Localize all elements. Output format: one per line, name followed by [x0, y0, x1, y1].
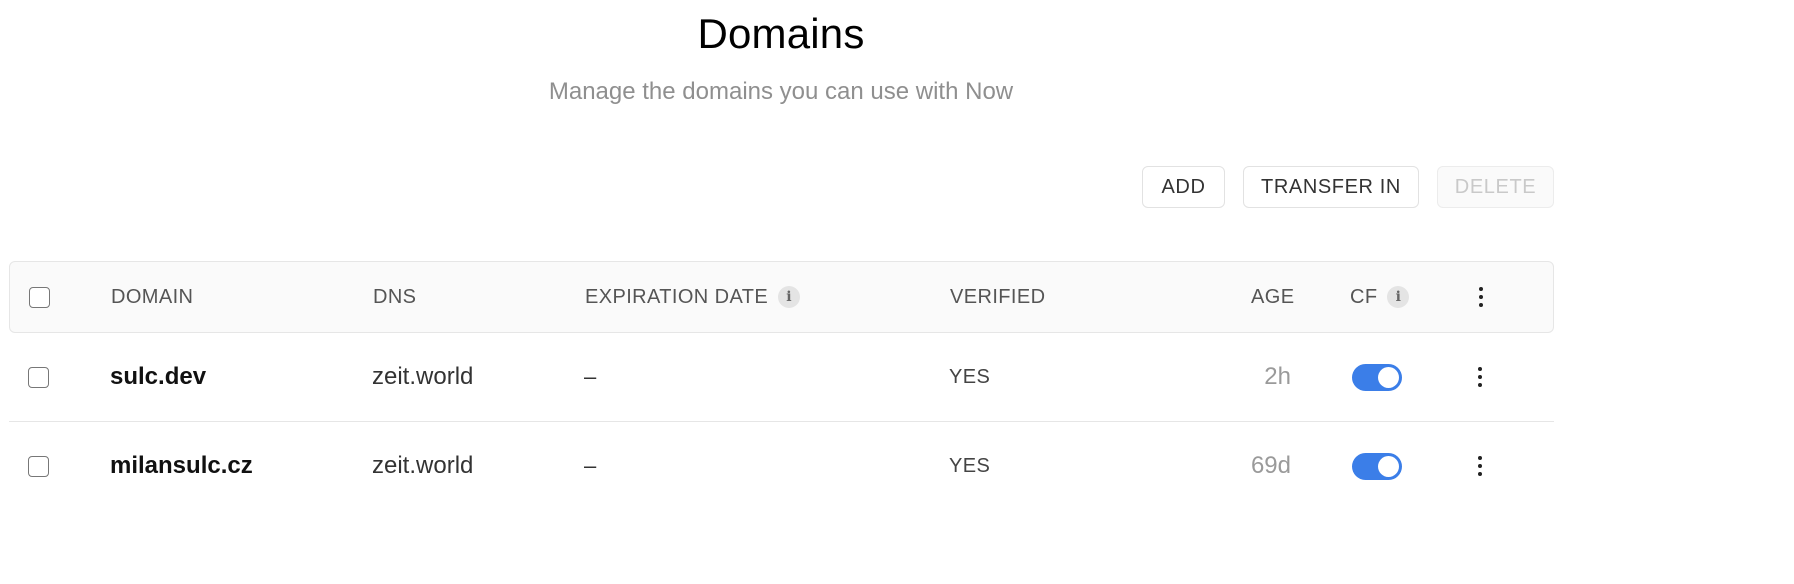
row-expiration: –: [584, 453, 597, 478]
header-more-icon[interactable]: [1471, 282, 1491, 312]
row-domain[interactable]: milansulc.cz: [110, 422, 253, 510]
row-age: 69d: [1250, 452, 1291, 479]
column-header-domain-label: DOMAIN: [111, 285, 194, 308]
row-more-icon[interactable]: [1470, 451, 1490, 481]
column-header-expiration[interactable]: EXPIRATION DATE i: [585, 262, 801, 332]
row-checkbox[interactable]: [28, 456, 49, 477]
cf-toggle[interactable]: [1352, 453, 1402, 480]
row-dns: zeit.world: [372, 452, 474, 479]
row-verified: YES: [949, 365, 991, 388]
table-row: milansulc.cz zeit.world – YES 69d: [9, 422, 1554, 511]
expiration-info-icon[interactable]: i: [778, 286, 801, 308]
row-dns: zeit.world: [372, 363, 474, 390]
table-row: sulc.dev zeit.world – YES 2h: [9, 333, 1554, 422]
row-checkbox[interactable]: [28, 367, 49, 388]
row-domain[interactable]: sulc.dev: [110, 333, 206, 421]
column-header-verified[interactable]: VERIFIED: [950, 262, 1045, 332]
column-header-cf-label: CF: [1350, 285, 1378, 308]
table-header: DOMAIN DNS EXPIRATION DATE i VERIFIED AG…: [9, 261, 1554, 333]
column-header-domain[interactable]: DOMAIN: [111, 262, 193, 332]
add-button[interactable]: ADD: [1142, 166, 1225, 208]
column-header-age[interactable]: AGE: [1251, 262, 1294, 332]
column-header-expiration-label: EXPIRATION DATE: [585, 285, 769, 308]
column-header-age-label: AGE: [1251, 285, 1295, 308]
cf-info-icon[interactable]: i: [1387, 286, 1410, 308]
select-all-checkbox[interactable]: [29, 287, 50, 308]
delete-button[interactable]: DELETE: [1437, 166, 1554, 208]
column-header-verified-label: VERIFIED: [950, 285, 1046, 308]
row-more-icon[interactable]: [1470, 362, 1490, 392]
column-header-dns-label: DNS: [373, 285, 417, 308]
transfer-in-button[interactable]: TRANSFER IN: [1243, 166, 1419, 208]
toggle-knob: [1378, 456, 1399, 477]
page-subtitle: Manage the domains you can use with Now: [548, 78, 1014, 105]
toolbar: ADD TRANSFER IN DELETE: [0, 166, 1554, 208]
row-expiration: –: [584, 364, 597, 389]
row-verified: YES: [949, 454, 991, 477]
column-header-dns[interactable]: DNS: [373, 262, 416, 332]
cf-toggle[interactable]: [1352, 364, 1402, 391]
toggle-knob: [1378, 367, 1399, 388]
row-age: 2h: [1264, 363, 1291, 390]
domains-page: Domains Manage the domains you can use w…: [0, 0, 1794, 584]
page-title: Domains: [697, 10, 865, 57]
column-header-cf[interactable]: CF i: [1350, 262, 1410, 332]
